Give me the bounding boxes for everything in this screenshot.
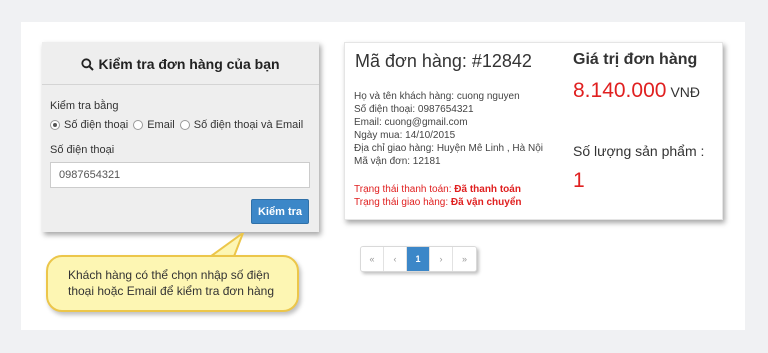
panel-title: Kiểm tra đơn hàng của bạn bbox=[42, 56, 319, 74]
payment-status: Trạng thái thanh toán: Đã thanh toán bbox=[354, 184, 521, 195]
prev-page-button[interactable]: ‹ bbox=[384, 247, 407, 271]
shipping-status-value: Đã vận chuyển bbox=[450, 197, 522, 208]
search-icon bbox=[81, 58, 95, 74]
next-page-button[interactable]: › bbox=[430, 247, 453, 271]
radio-option-phone-email[interactable]: Số điện thoại và Email bbox=[179, 119, 303, 131]
radio-option-email[interactable]: Email bbox=[133, 119, 175, 131]
tooltip-line-1: Khách hàng có thể chọn nhập số điện bbox=[68, 268, 270, 282]
shipping-status: Trạng thái giao hàng: Đã vận chuyển bbox=[354, 197, 522, 208]
order-value-amount: 8.140.000 VNĐ bbox=[573, 79, 700, 102]
radio-phone[interactable] bbox=[50, 120, 60, 130]
shipping-address: Địa chỉ giao hàng: Huyện Mê Linh , Hà Nộ… bbox=[354, 143, 543, 154]
radio-option-phone[interactable]: Số điện thoại bbox=[50, 119, 128, 131]
check-by-label: Kiểm tra bằng bbox=[50, 100, 119, 112]
currency-unit: VNĐ bbox=[670, 84, 700, 100]
panel-title-text: Kiểm tra đơn hàng của bạn bbox=[98, 56, 280, 72]
order-value-title: Giá trị đơn hàng bbox=[573, 51, 698, 68]
quantity-value: 1 bbox=[573, 169, 585, 192]
phone-label: Số điện thoại bbox=[50, 144, 115, 156]
order-result-panel: Mã đơn hàng: #12842 Họ và tên khách hàng… bbox=[344, 42, 723, 220]
tooltip-line-2: thoại hoặc Email để kiểm tra đơn hàng bbox=[68, 284, 274, 298]
payment-status-value: Đã thanh toán bbox=[454, 184, 521, 195]
divider bbox=[42, 84, 319, 85]
help-tooltip: Khách hàng có thể chọn nhập số điện thoạ… bbox=[46, 255, 299, 312]
radio-email[interactable] bbox=[133, 120, 144, 130]
check-method-radios: Số điện thoại Email Số điện thoại và Ema… bbox=[50, 119, 308, 131]
customer-email: Email: cuong@gmail.com bbox=[354, 117, 468, 128]
pagination: « ‹ 1 › » bbox=[360, 246, 477, 272]
radio-phone-email[interactable] bbox=[179, 120, 190, 130]
current-page-button[interactable]: 1 bbox=[407, 247, 430, 271]
purchase-date: Ngày mua: 14/10/2015 bbox=[354, 130, 456, 141]
check-button[interactable]: Kiểm tra bbox=[251, 199, 309, 224]
order-code: Mã đơn hàng: #12842 bbox=[355, 51, 532, 71]
customer-phone: Số điện thoại: 0987654321 bbox=[354, 104, 474, 115]
order-check-panel: Kiểm tra đơn hàng của bạn Kiểm tra bằng … bbox=[42, 42, 319, 232]
customer-name: Họ và tên khách hàng: cuong nguyen bbox=[354, 91, 520, 102]
quantity-title: Số lượng sản phẩm : bbox=[573, 143, 705, 159]
phone-input[interactable] bbox=[50, 162, 310, 188]
tracking-number: Mã vận đơn: 12181 bbox=[354, 156, 441, 167]
last-page-button[interactable]: » bbox=[453, 247, 476, 271]
first-page-button[interactable]: « bbox=[361, 247, 384, 271]
